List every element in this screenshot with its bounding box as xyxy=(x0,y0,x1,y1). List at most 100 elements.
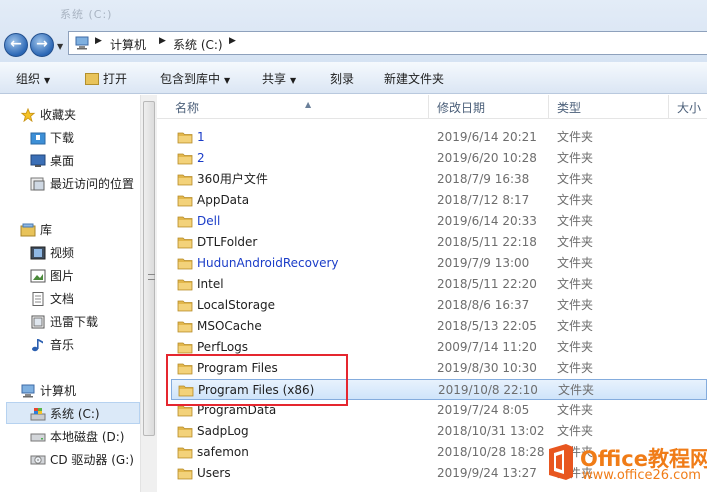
new-folder-button[interactable]: 新建文件夹 xyxy=(384,70,444,87)
file-name: AppData xyxy=(197,193,250,207)
file-type: 文件夹 xyxy=(557,340,594,354)
nav-favorites-label: 收藏夹 xyxy=(40,108,77,122)
thunder-folder-icon xyxy=(31,315,45,329)
file-modified-date: 2019/7/9 13:00 xyxy=(437,256,530,270)
column-type-label: 类型 xyxy=(557,101,582,115)
file-modified-date: 2019/10/8 22:10 xyxy=(438,383,538,397)
nav-local-disk-d[interactable]: 本地磁盘 (D:) xyxy=(0,426,140,448)
file-name: safemon xyxy=(197,445,249,459)
breadcrumb-separator-icon[interactable]: ▶ xyxy=(159,36,166,46)
file-type: 文件夹 xyxy=(557,172,594,186)
nav-favorites[interactable]: 收藏夹 xyxy=(0,104,140,126)
nav-computer-label: 计算机 xyxy=(40,384,77,398)
column-header-type[interactable]: 类型 xyxy=(549,95,669,119)
file-modified-date: 2018/7/12 8:17 xyxy=(437,193,530,207)
star-icon xyxy=(20,108,36,122)
file-row[interactable]: 1 2019/6/14 20:21 文件夹 xyxy=(171,127,707,148)
file-type: 文件夹 xyxy=(557,277,594,291)
file-type: 文件夹 xyxy=(557,235,594,249)
file-modified-date: 2018/5/13 22:05 xyxy=(437,319,537,333)
nav-cd-drive-g[interactable]: CD 驱动器 (G:) xyxy=(0,449,140,471)
include-in-library-button[interactable]: 包含到库中 ▼ xyxy=(160,70,230,87)
office-logo-icon xyxy=(549,444,573,480)
chevron-down-icon: ▼ xyxy=(224,76,231,85)
file-modified-date: 2019/8/30 10:30 xyxy=(437,361,537,375)
file-type: 文件夹 xyxy=(557,403,594,417)
address-box[interactable]: ▶ 计算机 ▶ 系统 (C:) ▶ xyxy=(68,31,707,55)
file-name: 1 xyxy=(197,130,205,144)
forward-button[interactable]: → xyxy=(30,33,54,57)
nav-scrollbar-thumb[interactable] xyxy=(143,101,155,436)
music-note-icon xyxy=(32,339,43,352)
column-header-modified[interactable]: 修改日期 xyxy=(429,95,549,119)
nav-libraries[interactable]: 库 xyxy=(0,219,140,241)
folder-icon xyxy=(177,300,193,312)
file-modified-date: 2018/10/28 18:28 xyxy=(437,445,545,459)
desktop-icon xyxy=(30,154,46,167)
column-header-row: ▲ 名称 修改日期 类型 大小 xyxy=(157,95,707,119)
nav-documents-label: 文档 xyxy=(50,292,75,306)
file-row[interactable]: SadpLog 2018/10/31 13:02 文件夹 xyxy=(171,421,707,442)
file-row[interactable]: 2 2019/6/20 10:28 文件夹 xyxy=(171,148,707,169)
nav-thunder-downloads[interactable]: 迅雷下载 xyxy=(0,311,140,333)
nav-cd-g-label: CD 驱动器 (G:) xyxy=(50,453,134,467)
file-row[interactable]: Intel 2018/5/11 22:20 文件夹 xyxy=(171,274,707,295)
back-button[interactable]: ← xyxy=(4,33,28,57)
file-row[interactable]: HudunAndroidRecovery 2019/7/9 13:00 文件夹 xyxy=(171,253,707,274)
breadcrumb-separator-icon[interactable]: ▶ xyxy=(229,36,236,46)
site-watermark: Office教程网 www.office26.com xyxy=(546,440,707,488)
file-type: 文件夹 xyxy=(557,298,594,312)
history-dropdown-icon[interactable]: ▼ xyxy=(57,42,63,51)
folder-icon xyxy=(177,132,193,144)
nav-videos[interactable]: 视频 xyxy=(0,242,140,264)
folder-icon xyxy=(177,216,193,228)
file-row[interactable]: 360用户文件 2018/7/9 16:38 文件夹 xyxy=(171,169,707,190)
nav-local-d-label: 本地磁盘 (D:) xyxy=(50,430,125,444)
folder-icon xyxy=(177,237,193,249)
file-list: 1 2019/6/14 20:21 文件夹 2 2019/6/20 10:28 文件夹 36… xyxy=(157,120,707,492)
nav-system-c[interactable]: 系统 (C:) xyxy=(6,402,140,424)
share-button[interactable]: 共享 ▼ xyxy=(262,70,296,87)
breadcrumb-drive-c[interactable]: 系统 (C:) xyxy=(173,36,223,53)
nav-music[interactable]: 音乐 xyxy=(0,334,140,356)
file-row[interactable]: MSOCache 2018/5/13 22:05 文件夹 xyxy=(171,316,707,337)
file-type: 文件夹 xyxy=(557,319,594,333)
open-button[interactable]: 打开 xyxy=(85,70,127,87)
file-row[interactable]: Dell 2019/6/14 20:33 文件夹 xyxy=(171,211,707,232)
nav-pictures[interactable]: 图片 xyxy=(0,265,140,287)
nav-recent-label: 最近访问的位置 xyxy=(50,177,135,191)
column-size-label: 大小 xyxy=(677,101,702,115)
breadcrumb-computer[interactable]: 计算机 xyxy=(110,36,146,53)
file-modified-date: 2019/9/24 13:27 xyxy=(437,466,537,480)
library-icon xyxy=(20,223,36,237)
nav-recent-places[interactable]: 最近访问的位置 xyxy=(0,173,140,195)
column-header-size[interactable]: 大小 xyxy=(669,95,707,119)
nav-system-c-label: 系统 (C:) xyxy=(50,407,100,421)
folder-icon xyxy=(177,258,193,270)
cd-drive-icon xyxy=(30,455,46,465)
folder-icon xyxy=(177,321,193,333)
nav-thunder-label: 迅雷下载 xyxy=(50,315,99,329)
folder-icon xyxy=(177,447,193,459)
file-row[interactable]: DTLFolder 2018/5/11 22:18 文件夹 xyxy=(171,232,707,253)
file-name: 2 xyxy=(197,151,205,165)
system-drive-icon xyxy=(30,408,46,421)
column-header-name[interactable]: ▲ 名称 xyxy=(167,95,429,119)
file-row[interactable]: LocalStorage 2018/8/6 16:37 文件夹 xyxy=(171,295,707,316)
nav-computer[interactable]: 计算机 xyxy=(0,380,140,402)
file-row[interactable]: AppData 2018/7/12 8:17 文件夹 xyxy=(171,190,707,211)
picture-icon xyxy=(30,269,46,283)
nav-downloads[interactable]: 下载 xyxy=(0,127,140,149)
nav-scrollbar[interactable] xyxy=(140,95,157,492)
nav-music-label: 音乐 xyxy=(50,338,75,352)
column-modified-label: 修改日期 xyxy=(437,101,486,115)
file-name: HudunAndroidRecovery xyxy=(197,256,339,270)
nav-desktop[interactable]: 桌面 xyxy=(0,150,140,172)
file-name: Users xyxy=(197,466,231,480)
window-title: 系统 (C:) xyxy=(60,8,113,21)
navigation-pane: 收藏夹 下载 桌面 最近访问的位置 库 视频 图片 文档 迅雷下载 音乐 计算机 xyxy=(0,95,157,492)
nav-documents[interactable]: 文档 xyxy=(0,288,140,310)
breadcrumb-separator-icon[interactable]: ▶ xyxy=(95,36,102,46)
organize-button[interactable]: 组织 ▼ xyxy=(16,70,50,87)
burn-button[interactable]: 刻录 xyxy=(330,70,354,87)
